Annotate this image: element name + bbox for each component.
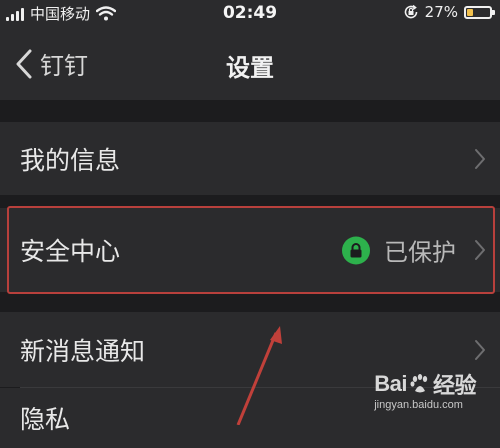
watermark-brand-left: Bai xyxy=(374,371,407,396)
lock-icon xyxy=(342,236,370,264)
status-bar: 中国移动 02:49 27% xyxy=(0,0,500,28)
page-title: 设置 xyxy=(226,54,274,82)
row-label: 我的信息 xyxy=(20,145,121,175)
settings-row-my-info[interactable]: 我的信息 xyxy=(0,122,500,195)
battery-percent: 27% xyxy=(424,3,458,21)
settings-row-security-center[interactable]: 安全中心 已保护 xyxy=(0,208,500,292)
watermark-url: jingyan.baidu.com xyxy=(374,399,463,411)
section-gap xyxy=(0,100,500,122)
status-text: 已保护 xyxy=(384,238,456,267)
battery-icon xyxy=(464,5,495,19)
status-right: 27% xyxy=(403,3,495,21)
navigation-bar: 钉钉 设置 xyxy=(0,28,500,100)
security-status: 已保护 xyxy=(342,233,456,268)
row-label: 隐私 xyxy=(20,405,71,434)
section-gap xyxy=(0,195,500,208)
rotation-lock-icon xyxy=(404,4,417,19)
paw-icon xyxy=(410,374,428,393)
watermark-brand-right: 经验 xyxy=(432,373,477,398)
chevron-right-icon xyxy=(475,240,485,260)
chevron-right-icon xyxy=(475,148,485,169)
battery-level xyxy=(467,8,473,16)
row-label: 安全中心 xyxy=(20,237,121,266)
watermark-brand: Bai 经验 xyxy=(374,368,476,400)
chevron-right-icon xyxy=(475,339,485,360)
section-gap xyxy=(0,292,500,312)
row-label: 新消息通知 xyxy=(20,336,146,366)
baidu-jingyan-watermark: Bai 经验 jingyan.baidu.com xyxy=(374,368,476,411)
